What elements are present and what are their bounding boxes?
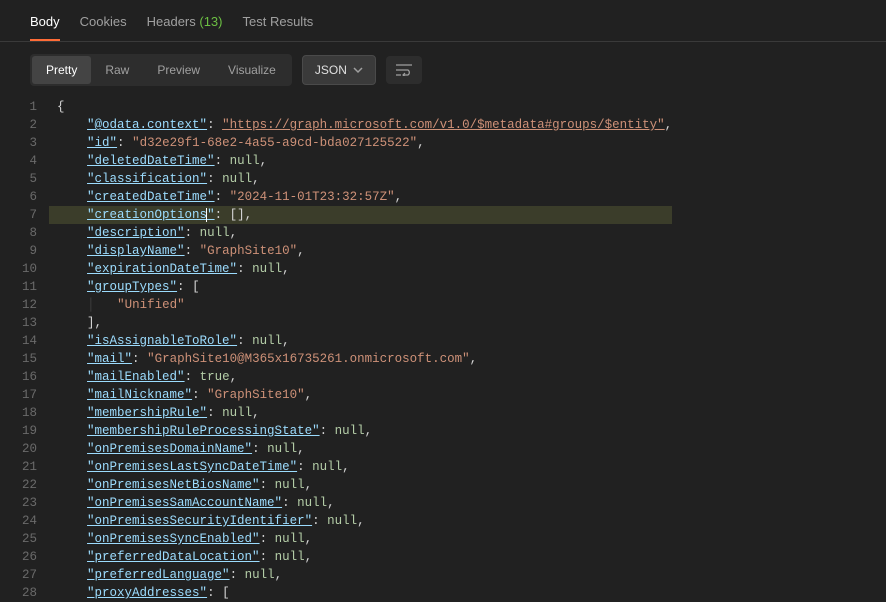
code-line[interactable]: "displayName": "GraphSite10", (49, 242, 672, 260)
code-line[interactable]: "proxyAddresses": [ (49, 584, 672, 602)
code-line[interactable]: "onPremisesNetBiosName": null, (49, 476, 672, 494)
view-mode-segmented: Pretty Raw Preview Visualize (30, 54, 292, 86)
code-line[interactable]: "expirationDateTime": null, (49, 260, 672, 278)
code-line[interactable]: "membershipRuleProcessingState": null, (49, 422, 672, 440)
wrap-lines-button[interactable] (386, 56, 422, 84)
view-pretty[interactable]: Pretty (32, 56, 91, 84)
view-raw[interactable]: Raw (91, 56, 143, 84)
code-line[interactable]: "createdDateTime": "2024-11-01T23:32:57Z… (49, 188, 672, 206)
headers-count-badge: (13) (199, 14, 222, 29)
body-controls: Pretty Raw Preview Visualize JSON (0, 42, 886, 98)
code-line[interactable]: ], (49, 314, 672, 332)
code-line[interactable]: │ "Unified" (49, 296, 672, 314)
code-line[interactable]: "onPremisesDomainName": null, (49, 440, 672, 458)
tab-body[interactable]: Body (30, 14, 60, 41)
code-line[interactable]: "mailEnabled": true, (49, 368, 672, 386)
code-line[interactable]: "creationOptions": [], (49, 206, 672, 224)
code-line[interactable]: "onPremisesSamAccountName": null, (49, 494, 672, 512)
view-visualize[interactable]: Visualize (214, 56, 290, 84)
tab-headers-label: Headers (147, 14, 196, 29)
code-line[interactable]: { (49, 98, 672, 116)
code-line[interactable]: "preferredLanguage": null, (49, 566, 672, 584)
view-preview[interactable]: Preview (143, 56, 214, 84)
response-tabs: Body Cookies Headers (13) Test Results (0, 0, 886, 42)
code-line[interactable]: "membershipRule": null, (49, 404, 672, 422)
line-number-gutter: 1234567891011121314151617181920212223242… (0, 98, 49, 602)
code-line[interactable]: "@odata.context": "https://graph.microso… (49, 116, 672, 134)
code-line[interactable]: "classification": null, (49, 170, 672, 188)
tab-test-results[interactable]: Test Results (243, 14, 314, 41)
response-body-editor[interactable]: 1234567891011121314151617181920212223242… (0, 98, 886, 602)
code-line[interactable]: "description": null, (49, 224, 672, 242)
code-content[interactable]: { "@odata.context": "https://graph.micro… (49, 98, 672, 602)
code-line[interactable]: "preferredDataLocation": null, (49, 548, 672, 566)
format-dropdown-label: JSON (315, 63, 347, 77)
code-line[interactable]: "onPremisesLastSyncDateTime": null, (49, 458, 672, 476)
code-line[interactable]: "id": "d32e29f1-68e2-4a55-a9cd-bda027125… (49, 134, 672, 152)
tab-headers[interactable]: Headers (13) (147, 14, 223, 41)
code-line[interactable]: "onPremisesSecurityIdentifier": null, (49, 512, 672, 530)
code-line[interactable]: "mail": "GraphSite10@M365x16735261.onmic… (49, 350, 672, 368)
tab-cookies[interactable]: Cookies (80, 14, 127, 41)
code-line[interactable]: "deletedDateTime": null, (49, 152, 672, 170)
code-line[interactable]: "mailNickname": "GraphSite10", (49, 386, 672, 404)
chevron-down-icon (353, 65, 363, 75)
format-dropdown[interactable]: JSON (302, 55, 376, 85)
code-line[interactable]: "isAssignableToRole": null, (49, 332, 672, 350)
wrap-icon (396, 64, 412, 76)
code-line[interactable]: "onPremisesSyncEnabled": null, (49, 530, 672, 548)
code-line[interactable]: "groupTypes": [ (49, 278, 672, 296)
